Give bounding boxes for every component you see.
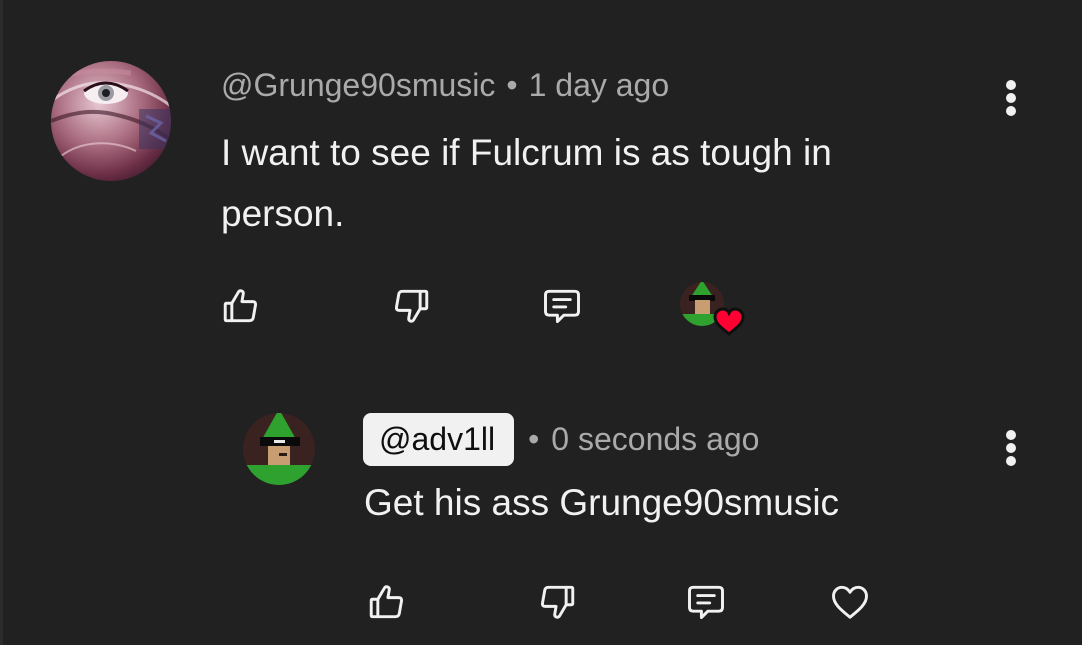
more-vertical-icon[interactable] bbox=[991, 422, 1031, 474]
comment-header: @Grunge90smusic • 1 day ago bbox=[221, 64, 669, 106]
creator-heart-badge[interactable] bbox=[678, 278, 748, 340]
heart-outline-icon[interactable] bbox=[824, 578, 876, 626]
reply-comment-icon[interactable] bbox=[536, 282, 588, 330]
thumbs-up-icon[interactable] bbox=[216, 282, 266, 330]
thumbs-up-icon[interactable] bbox=[362, 578, 412, 626]
comment-author[interactable]: @Grunge90smusic bbox=[221, 67, 495, 103]
reply-header: @adv1ll • 0 seconds ago bbox=[363, 413, 759, 466]
green-elf-hat-avatar-icon[interactable] bbox=[243, 413, 315, 485]
thumbs-down-icon[interactable] bbox=[532, 578, 582, 626]
distorted-face-avatar-icon[interactable] bbox=[51, 61, 171, 181]
comment-text: I want to see if Fulcrum is as tough in … bbox=[221, 132, 832, 234]
reply-meta: • 0 seconds ago bbox=[514, 413, 759, 466]
separator-dot: • bbox=[506, 67, 518, 103]
reply-author-chip[interactable]: @adv1ll bbox=[363, 413, 515, 466]
comment-timestamp[interactable]: 1 day ago bbox=[529, 67, 670, 103]
separator-dot: • bbox=[528, 421, 540, 457]
more-vertical-icon[interactable] bbox=[991, 72, 1031, 124]
left-edge-divider bbox=[0, 0, 3, 645]
thumbs-down-icon[interactable] bbox=[386, 282, 436, 330]
reply-timestamp[interactable]: 0 seconds ago bbox=[551, 421, 759, 457]
reply-text: Get his ass Grunge90smusic bbox=[364, 482, 840, 523]
reply-comment-icon[interactable] bbox=[680, 578, 732, 626]
